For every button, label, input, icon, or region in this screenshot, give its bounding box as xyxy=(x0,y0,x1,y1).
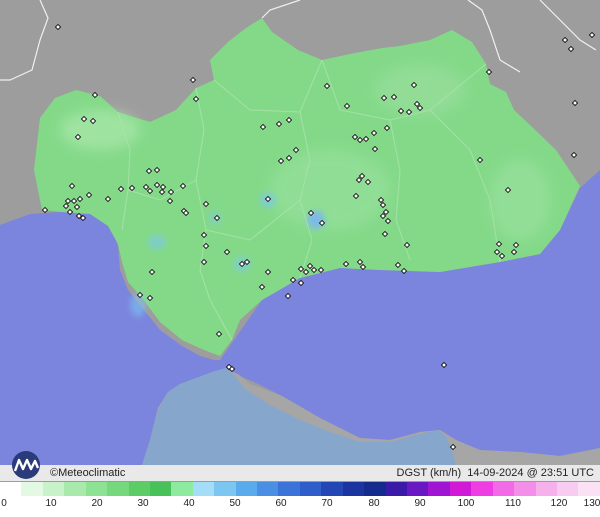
scale-tick-label: 0 xyxy=(1,498,7,509)
scale-swatch xyxy=(514,482,536,496)
scale-tick-label: 70 xyxy=(321,498,333,509)
map-time: 23:51 xyxy=(540,467,569,479)
scale-swatch xyxy=(42,482,65,496)
scale-swatch xyxy=(449,482,472,496)
scale-tick-label: 120 xyxy=(550,498,568,509)
scale-tick-label: 60 xyxy=(275,498,287,509)
scale-swatch xyxy=(149,482,172,496)
map-info: DGST (km/h) 14-09-2024 @ 23:51 UTC xyxy=(396,467,594,479)
scale-swatch xyxy=(107,482,129,496)
meteoclimatic-logo xyxy=(12,451,40,479)
scale-swatch xyxy=(257,482,279,496)
scale-swatch xyxy=(556,482,579,496)
scale-swatch xyxy=(578,482,600,496)
scale-swatch xyxy=(299,482,322,496)
scale-swatch xyxy=(0,482,22,496)
scale-tick-label: 110 xyxy=(505,498,521,509)
scale-tick-label: 20 xyxy=(91,498,103,509)
map-date: 14-09-2024 xyxy=(467,467,524,479)
scale-tick-label: 100 xyxy=(457,498,475,509)
scale-swatch xyxy=(128,482,150,496)
brand-label: ©Meteoclimatic xyxy=(50,466,125,480)
scale-swatch xyxy=(192,482,215,496)
scale-swatch xyxy=(342,482,365,496)
scale-swatch xyxy=(321,482,343,496)
scale-swatch xyxy=(21,482,43,496)
scale-tick-label: 50 xyxy=(229,498,241,509)
scale-tick-label: 10 xyxy=(45,498,57,509)
scale-tick-label: 90 xyxy=(414,498,426,509)
variable-name: DGST xyxy=(396,467,427,479)
copyright-symbol: © xyxy=(50,467,59,479)
scale-swatch xyxy=(428,482,450,496)
scale-swatch xyxy=(385,482,408,496)
scale-swatch xyxy=(492,482,515,496)
color-scale-bar xyxy=(0,482,600,496)
scale-swatch xyxy=(407,482,429,496)
scale-swatch xyxy=(471,482,493,496)
scale-tick-label: 130 xyxy=(583,498,600,509)
scale-swatch xyxy=(64,482,86,496)
scale-swatch xyxy=(235,482,258,496)
scale-swatch xyxy=(278,482,300,496)
scale-swatch xyxy=(364,482,386,496)
map xyxy=(0,0,600,517)
scale-tick-label: 80 xyxy=(368,498,380,509)
variable-unit: (km/h) xyxy=(429,467,462,479)
scale-swatch xyxy=(214,482,236,496)
scale-swatch xyxy=(535,482,557,496)
brand-name: Meteoclimatic xyxy=(58,467,126,479)
scale-swatch xyxy=(171,482,193,496)
scale-tick-label: 40 xyxy=(183,498,195,509)
scale-tick-label: 30 xyxy=(137,498,149,509)
scale-swatch xyxy=(85,482,108,496)
color-scale: 0 10 20 30 40 50 60 70 80 90 100 110 120 130 xyxy=(0,482,600,517)
map-timezone: UTC xyxy=(571,467,594,479)
